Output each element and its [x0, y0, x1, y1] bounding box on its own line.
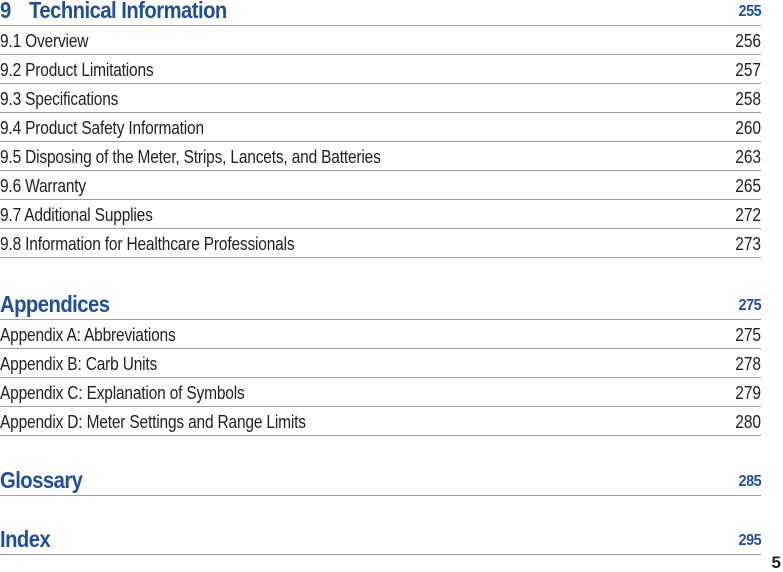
- entry-page: 280: [735, 411, 761, 432]
- toc-entry[interactable]: 9.1 Overview 256: [0, 26, 761, 55]
- entry-label: 9.3 Specifications: [0, 88, 119, 109]
- entry-label: Appendix A: Abbreviations: [0, 324, 176, 345]
- entry-page: 257: [735, 59, 761, 80]
- toc-entry[interactable]: Appendix B: Carb Units 278: [0, 349, 761, 378]
- section-index: Index 295: [0, 526, 761, 555]
- toc-entry[interactable]: 9.7 Additional Supplies 272: [0, 200, 761, 229]
- section-glossary: Glossary 285: [0, 466, 761, 496]
- section-heading[interactable]: Appendices 275: [0, 289, 761, 320]
- toc-entry[interactable]: Appendix D: Meter Settings and Range Lim…: [0, 407, 761, 436]
- toc-entry[interactable]: 9.8 Information for Healthcare Professio…: [0, 229, 761, 258]
- entry-label: 9.7 Additional Supplies: [0, 204, 153, 225]
- section-page: 295: [738, 532, 761, 549]
- entry-page: 256: [735, 30, 761, 51]
- table-of-contents: 9 Technical Information 255 9.1 Overview …: [0, 0, 761, 555]
- section-appendices: Appendices 275 Appendix A: Abbreviations…: [0, 289, 761, 436]
- chapter-number: 9: [0, 0, 11, 23]
- entry-label: 9.5 Disposing of the Meter, Strips, Lanc…: [0, 146, 381, 167]
- entry-page: 258: [735, 88, 761, 109]
- section-title: Index: [0, 526, 51, 552]
- toc-entry[interactable]: 9.4 Product Safety Information 260: [0, 113, 761, 142]
- section-page: 255: [738, 3, 761, 20]
- entry-page: 272: [735, 204, 761, 225]
- entry-page: 265: [735, 175, 761, 196]
- entry-label: 9.8 Information for Healthcare Professio…: [0, 233, 295, 254]
- entry-label: Appendix B: Carb Units: [0, 353, 158, 374]
- toc-entry[interactable]: Appendix C: Explanation of Symbols 279: [0, 378, 761, 407]
- section-title-text: Technical Information: [29, 0, 227, 23]
- section-title: Glossary: [0, 467, 83, 493]
- entry-page: 273: [735, 233, 761, 254]
- section-title: 9 Technical Information: [0, 0, 227, 25]
- section-heading[interactable]: Index 295: [0, 526, 761, 555]
- entry-page: 275: [735, 324, 761, 345]
- page-number: 5: [771, 553, 781, 572]
- section-technical-information: 9 Technical Information 255 9.1 Overview …: [0, 0, 761, 258]
- entry-page: 278: [735, 353, 761, 374]
- entry-label: Appendix D: Meter Settings and Range Lim…: [0, 411, 306, 432]
- entry-label: Appendix C: Explanation of Symbols: [0, 382, 245, 403]
- entry-label: 9.1 Overview: [0, 30, 89, 51]
- toc-entry[interactable]: Appendix A: Abbreviations 275: [0, 320, 761, 349]
- toc-entry[interactable]: 9.2 Product Limitations 257: [0, 55, 761, 84]
- section-page: 285: [738, 473, 761, 490]
- toc-entry[interactable]: 9.6 Warranty 265: [0, 171, 761, 200]
- entry-page: 279: [735, 382, 761, 403]
- section-heading[interactable]: Glossary 285: [0, 466, 761, 496]
- section-page: 275: [738, 297, 761, 314]
- toc-entry[interactable]: 9.3 Specifications 258: [0, 84, 761, 113]
- entry-label: 9.6 Warranty: [0, 175, 86, 196]
- section-title: Appendices: [0, 291, 110, 317]
- section-heading[interactable]: 9 Technical Information 255: [0, 0, 761, 26]
- toc-entry[interactable]: 9.5 Disposing of the Meter, Strips, Lanc…: [0, 142, 761, 171]
- entry-label: 9.4 Product Safety Information: [0, 117, 204, 138]
- entry-label: 9.2 Product Limitations: [0, 59, 154, 80]
- entry-page: 260: [735, 117, 761, 138]
- entry-page: 263: [735, 146, 761, 167]
